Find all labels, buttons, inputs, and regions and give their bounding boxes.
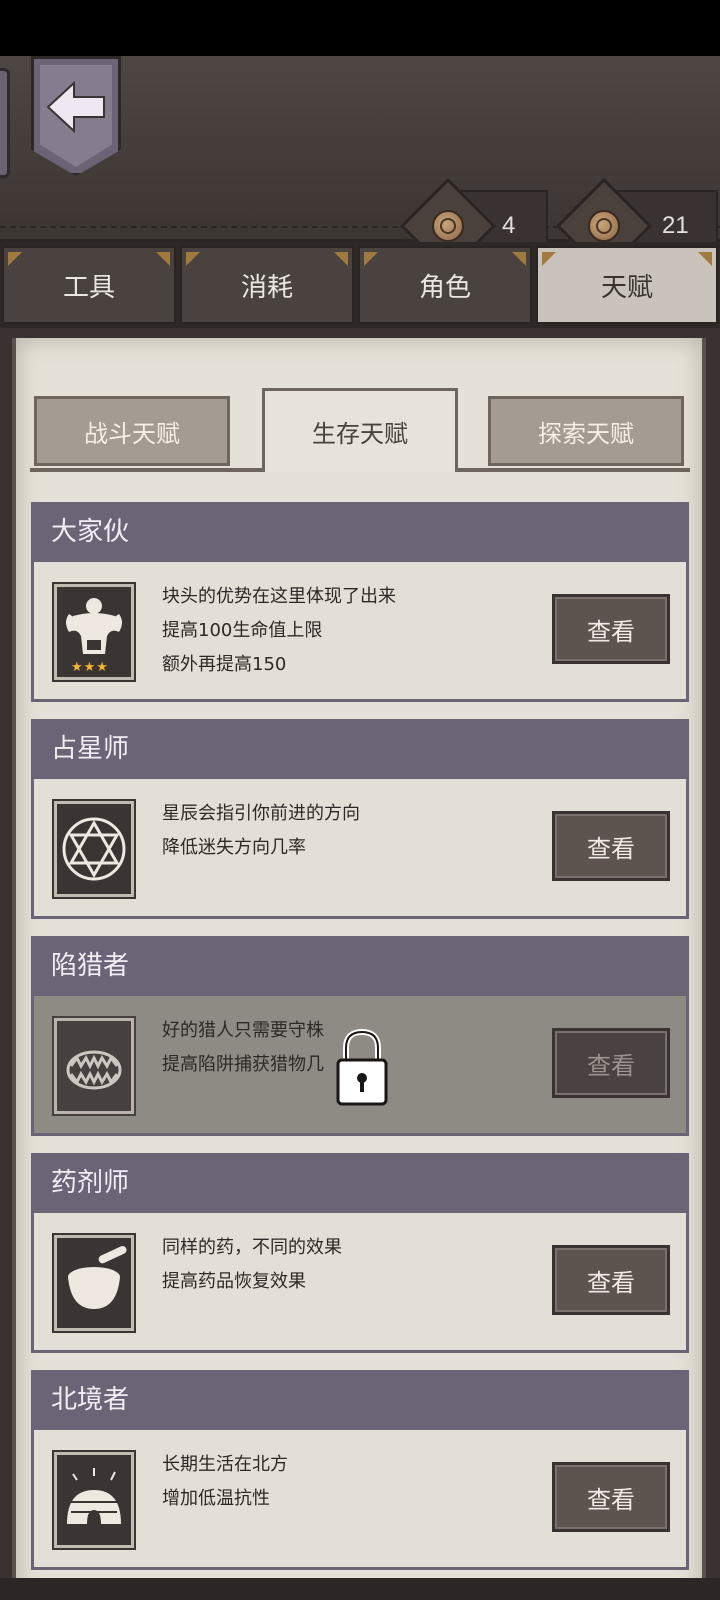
talent-description: 长期生活在北方 增加低温抗性 bbox=[162, 1448, 542, 1516]
talent-body: 星辰会指引你前进的方向 降低迷失方向几率 查看 bbox=[31, 779, 689, 919]
talent-desc-line: 星辰会指引你前进的方向 bbox=[162, 803, 360, 824]
tab-label: 工具 bbox=[62, 272, 115, 303]
talent-desc-line: 额外再提高150 bbox=[162, 654, 287, 675]
subtab-survival[interactable]: 生存天赋 bbox=[262, 388, 458, 472]
top-bar: 4 21 bbox=[0, 56, 720, 275]
tab-label: 角色 bbox=[418, 272, 471, 303]
back-button[interactable] bbox=[31, 56, 121, 176]
muscle-man-icon: ★★★ bbox=[52, 582, 136, 682]
panel-bottom-edge bbox=[0, 1578, 720, 1600]
lock-icon bbox=[336, 1028, 388, 1106]
talent-card-northerner: 北境者 长期生活在北方 增加低温抗性 查看 bbox=[31, 1370, 689, 1570]
talent-body: 好的猎人只需要守株 提高陷阱捕获猎物几 查看 bbox=[31, 996, 689, 1136]
talent-name: 陷猎者 bbox=[31, 936, 689, 996]
talent-desc-line: 提高100生命值上限 bbox=[162, 620, 323, 641]
talent-desc-line: 块头的优势在这里体现了出来 bbox=[162, 586, 396, 607]
talent-name: 北境者 bbox=[31, 1370, 689, 1430]
arrow-left-icon bbox=[46, 80, 105, 134]
talent-desc-line: 降低迷失方向几率 bbox=[162, 837, 306, 858]
side-panel-stub bbox=[0, 68, 10, 178]
tab-label: 消耗 bbox=[240, 272, 293, 303]
tab-talents[interactable]: 天赋 bbox=[536, 246, 718, 324]
sub-tab-bar: 战斗天赋 生存天赋 探索天赋 bbox=[30, 388, 690, 472]
talent-description: 块头的优势在这里体现了出来 提高100生命值上限 额外再提高150 bbox=[162, 580, 542, 682]
hexagram-icon bbox=[52, 799, 136, 899]
talent-desc-line: 增加低温抗性 bbox=[162, 1488, 270, 1509]
talent-card-trapper: 陷猎者 好的猎人只需要守株 提高陷阱捕获猎物几 查看 bbox=[31, 936, 689, 1136]
subtab-combat[interactable]: 战斗天赋 bbox=[34, 396, 230, 466]
talent-card-big-guy: 大家伙 ★★★ 块头的优势在这里体现了出来 提高100生命值上限 额外再提高15… bbox=[31, 502, 689, 702]
talent-body: 长期生活在北方 增加低温抗性 查看 bbox=[31, 1430, 689, 1570]
view-button[interactable]: 查看 bbox=[552, 1245, 670, 1315]
talent-desc-line: 长期生活在北方 bbox=[162, 1454, 288, 1475]
talent-name: 药剂师 bbox=[31, 1153, 689, 1213]
bear-trap-icon bbox=[52, 1016, 136, 1116]
igloo-icon bbox=[52, 1450, 136, 1550]
talent-description: 星辰会指引你前进的方向 降低迷失方向几率 bbox=[162, 797, 542, 865]
talent-desc-line: 提高药品恢复效果 bbox=[162, 1271, 306, 1292]
coin-icon bbox=[432, 210, 464, 242]
talent-card-apothecary: 药剂师 同样的药，不同的效果 提高药品恢复效果 查看 bbox=[31, 1153, 689, 1353]
talent-name: 占星师 bbox=[31, 719, 689, 779]
tab-consumables[interactable]: 消耗 bbox=[180, 246, 354, 324]
talent-desc-line: 同样的药，不同的效果 bbox=[162, 1237, 342, 1258]
tab-label: 天赋 bbox=[600, 272, 653, 303]
view-button[interactable]: 查看 bbox=[552, 1462, 670, 1532]
mortar-pestle-icon bbox=[52, 1233, 136, 1333]
view-button[interactable]: 查看 bbox=[552, 811, 670, 881]
talent-card-astrologer: 占星师 星辰会指引你前进的方向 降低迷失方向几率 查看 bbox=[31, 719, 689, 919]
subtab-label: 探索天赋 bbox=[538, 419, 634, 448]
talent-name: 大家伙 bbox=[31, 502, 689, 562]
subtab-label: 战斗天赋 bbox=[84, 419, 180, 448]
status-bar bbox=[0, 0, 720, 56]
talent-body: ★★★ 块头的优势在这里体现了出来 提高100生命值上限 额外再提高150 查看 bbox=[31, 562, 689, 702]
coin-icon bbox=[588, 210, 620, 242]
view-button[interactable]: 查看 bbox=[552, 1028, 670, 1098]
subtab-label: 生存天赋 bbox=[312, 420, 408, 448]
main-tab-bar: 工具 消耗 角色 天赋 bbox=[0, 242, 720, 328]
view-button[interactable]: 查看 bbox=[552, 594, 670, 664]
tab-characters[interactable]: 角色 bbox=[358, 246, 532, 324]
talent-description: 同样的药，不同的效果 提高药品恢复效果 bbox=[162, 1231, 542, 1299]
star-rating: ★★★ bbox=[71, 660, 109, 675]
tab-tools[interactable]: 工具 bbox=[2, 246, 176, 324]
subtab-exploration[interactable]: 探索天赋 bbox=[488, 396, 684, 466]
talent-body: 同样的药，不同的效果 提高药品恢复效果 查看 bbox=[31, 1213, 689, 1353]
